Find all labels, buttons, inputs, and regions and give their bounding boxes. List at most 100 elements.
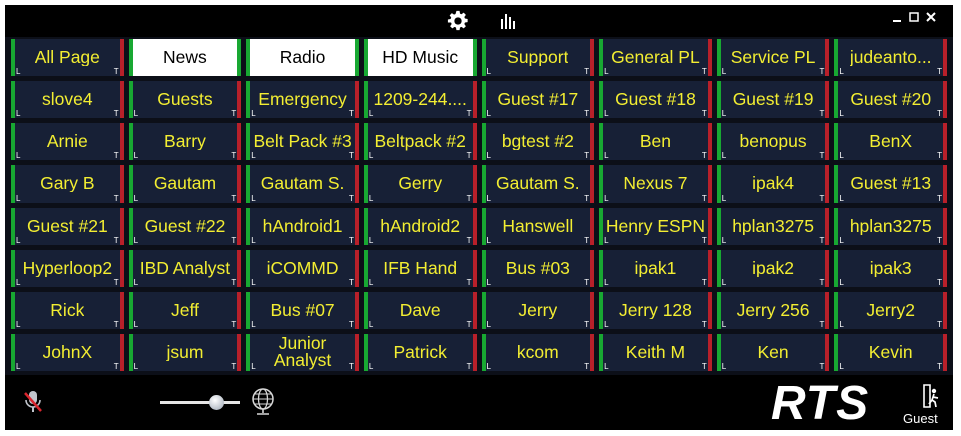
intercom-key[interactable]: JohnX L T: [11, 333, 124, 371]
key-label: Hanswell: [502, 217, 574, 235]
user-exit-icon[interactable]: [921, 383, 943, 409]
bar-chart-icon[interactable]: [496, 9, 520, 33]
gear-icon[interactable]: [446, 9, 470, 33]
intercom-key[interactable]: Ben L T: [599, 123, 712, 161]
intercom-key[interactable]: ipak4 L T: [716, 165, 830, 203]
listen-marker: L: [486, 151, 491, 161]
intercom-key[interactable]: slove4 L T: [11, 81, 124, 119]
intercom-key[interactable]: Junior Analyst L T: [246, 333, 359, 371]
intercom-key[interactable]: Gautam L T: [128, 165, 242, 203]
talk-marker: T: [348, 193, 354, 203]
intercom-key[interactable]: Guest #19 L T: [716, 81, 830, 119]
intercom-key[interactable]: Rick L T: [11, 291, 124, 329]
intercom-key[interactable]: iCOMMD L T: [246, 249, 359, 287]
key-label: ipak2: [752, 259, 794, 277]
listen-marker: L: [604, 67, 609, 77]
intercom-key[interactable]: Jerry 128 L T: [599, 291, 712, 329]
key-label: Jerry 128: [618, 301, 692, 319]
intercom-key[interactable]: 1209-244.... L T: [363, 81, 477, 119]
talk-marker: T: [584, 235, 590, 245]
intercom-key[interactable]: Bus #03 L T: [481, 249, 595, 287]
intercom-key[interactable]: Dave L T: [363, 291, 477, 329]
key-label: Guest #22: [144, 217, 226, 235]
intercom-key[interactable]: Arnie L T: [11, 123, 124, 161]
intercom-key[interactable]: Keith M L T: [599, 333, 712, 371]
intercom-key[interactable]: Jeff L T: [128, 291, 242, 329]
intercom-key[interactable]: bgtest #2 L T: [481, 123, 595, 161]
intercom-key[interactable]: hAndroid1 L T: [246, 207, 359, 245]
intercom-key[interactable]: jsum L T: [128, 333, 242, 371]
intercom-key[interactable]: Emergency L T: [246, 81, 359, 119]
intercom-panel: All Page L T News Radio HD Music Support L T Gene…: [5, 5, 953, 430]
intercom-key[interactable]: BenX L T: [834, 123, 947, 161]
intercom-key[interactable]: hplan3275 L T: [716, 207, 830, 245]
intercom-key[interactable]: HD Music: [363, 39, 477, 77]
intercom-key[interactable]: Guest #13 L T: [834, 165, 947, 203]
restore-icon[interactable]: [907, 7, 921, 27]
intercom-key[interactable]: Gautam S. L T: [481, 165, 595, 203]
intercom-key[interactable]: Beltpack #2 L T: [363, 123, 477, 161]
talk-marker: T: [466, 151, 472, 161]
intercom-key[interactable]: Guest #17 L T: [481, 81, 595, 119]
close-icon[interactable]: [924, 7, 938, 27]
intercom-key[interactable]: Belt Pack #3 L T: [246, 123, 359, 161]
talk-marker: T: [937, 193, 942, 203]
intercom-key[interactable]: Hyperloop2 L T: [11, 249, 124, 287]
intercom-key[interactable]: Support L T: [481, 39, 595, 77]
intercom-key[interactable]: Jerry L T: [481, 291, 595, 329]
talk-marker: T: [819, 193, 825, 203]
intercom-key[interactable]: Barry L T: [128, 123, 242, 161]
intercom-key[interactable]: General PL L T: [599, 39, 712, 77]
volume-slider[interactable]: [160, 395, 240, 410]
intercom-key[interactable]: Kevin L T: [834, 333, 947, 371]
talk-marker: T: [584, 277, 590, 287]
globe-icon[interactable]: [250, 387, 276, 417]
intercom-key[interactable]: Hanswell L T: [481, 207, 595, 245]
intercom-key[interactable]: Jerry 256 L T: [716, 291, 830, 329]
volume-slider-knob[interactable]: [209, 395, 224, 410]
intercom-key[interactable]: hAndroid2 L T: [363, 207, 477, 245]
intercom-key[interactable]: ipak3 L T: [834, 249, 947, 287]
intercom-key[interactable]: hplan3275 L T: [834, 207, 947, 245]
key-label: JohnX: [42, 343, 93, 361]
intercom-key[interactable]: Gautam S. L T: [246, 165, 359, 203]
muted-microphone-icon[interactable]: [23, 389, 43, 415]
intercom-key[interactable]: judeanto... L T: [834, 39, 947, 77]
listen-marker: L: [251, 151, 256, 161]
intercom-key[interactable]: Henry ESPN L T: [599, 207, 712, 245]
intercom-key[interactable]: ipak1 L T: [599, 249, 712, 287]
listen-marker: L: [721, 193, 727, 203]
intercom-key[interactable]: Patrick L T: [363, 333, 477, 371]
intercom-key[interactable]: All Page L T: [11, 39, 124, 77]
key-label: IFB Hand: [383, 259, 458, 277]
talk-marker: T: [231, 109, 237, 119]
intercom-key[interactable]: IBD Analyst L T: [128, 249, 242, 287]
intercom-key[interactable]: Gary B L T: [11, 165, 124, 203]
intercom-key[interactable]: Guest #18 L T: [599, 81, 712, 119]
listen-marker: L: [839, 67, 844, 77]
intercom-key[interactable]: Guest #21 L T: [11, 207, 124, 245]
intercom-key[interactable]: Ken L T: [716, 333, 830, 371]
talk-marker: T: [113, 67, 119, 77]
intercom-key[interactable]: Jerry2 L T: [834, 291, 947, 329]
intercom-key[interactable]: benopus L T: [716, 123, 830, 161]
intercom-key[interactable]: kcom L T: [481, 333, 595, 371]
intercom-key[interactable]: IFB Hand L T: [363, 249, 477, 287]
key-label: Belt Pack #3: [253, 131, 352, 152]
intercom-key[interactable]: Guests L T: [128, 81, 242, 119]
intercom-key[interactable]: News: [128, 39, 242, 77]
minimize-icon[interactable]: [890, 7, 904, 27]
intercom-key[interactable]: Guest #20 L T: [834, 81, 947, 119]
intercom-key[interactable]: Service PL L T: [716, 39, 830, 77]
intercom-key[interactable]: Nexus 7 L T: [599, 165, 712, 203]
key-label: Gautam S.: [495, 175, 580, 193]
intercom-key[interactable]: Radio: [246, 39, 359, 77]
intercom-key[interactable]: Guest #22 L T: [128, 207, 242, 245]
rts-logo: RTS: [771, 377, 870, 430]
intercom-key[interactable]: Gerry L T: [363, 165, 477, 203]
intercom-key[interactable]: Bus #07 L T: [246, 291, 359, 329]
intercom-key[interactable]: ipak2 L T: [716, 249, 830, 287]
listen-marker: L: [251, 235, 256, 245]
listen-marker: L: [604, 151, 609, 161]
listen-marker: L: [721, 67, 727, 77]
